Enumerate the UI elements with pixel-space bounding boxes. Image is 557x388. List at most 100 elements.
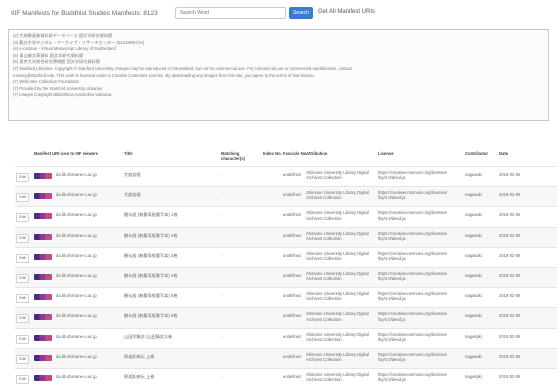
cell-title: 観仏経 (無量寿経重写本) 2巻 xyxy=(124,232,178,238)
cell-attr: Shimane University Library Digital Archi… xyxy=(306,371,369,383)
cell-uri[interactable]: da.lib.shimane-u.ac.jp xyxy=(56,192,97,197)
cell-date: 2018-02-08 xyxy=(499,172,521,177)
cell-match: - xyxy=(221,353,223,359)
iiif-viewer-icon[interactable] xyxy=(34,173,52,179)
cell-date: 2018-02-08 xyxy=(499,333,521,339)
edit-button[interactable]: Edit xyxy=(16,314,29,324)
license-line: (4) e-codices - Virtual Manuscript Libra… xyxy=(13,46,116,52)
edit-button[interactable]: Edit xyxy=(16,374,29,384)
cell-title: 観仏経 (無量寿経重写本) 4巻 xyxy=(124,272,178,278)
iiif-viewer-icon[interactable] xyxy=(34,213,52,220)
cell-uri[interactable]: da.lib.shimane-u.ac.jp xyxy=(56,273,97,278)
cell-title: 観仏経 (無量寿経重写本) 5巻 xyxy=(124,293,178,299)
cell-title: 観仏経 (無量寿経重写本) 1巻 xyxy=(124,212,178,218)
table-row: Edit da.lib.shimane-u.ac.jp 山田別集註 (山田集註)1巻… xyxy=(15,327,557,348)
cell-match: - xyxy=(221,293,223,299)
table-row: Edit da.lib.shimane-u.ac.jp 観仏経 (無量寿経重写本) … xyxy=(15,226,557,247)
cell-date: 2018-02-08 xyxy=(499,313,521,319)
column-header: Manifest URI icon to IIIF viewers xyxy=(34,151,98,156)
cell-license[interactable]: https://creativecommons.org/licenses /by… xyxy=(378,332,460,342)
cell-fascicle: undefined xyxy=(283,272,302,278)
cell-uri[interactable]: da.lib.shimane-u.ac.jp xyxy=(56,253,97,258)
cell-date: 2018-02-08 xyxy=(499,232,521,238)
edit-button[interactable]: Edit xyxy=(16,354,29,364)
cell-license[interactable]: https://creativecommons.org/licenses /by… xyxy=(378,372,460,382)
license-line: (7) Images Copyright Bibliotheca Apostol… xyxy=(13,92,112,98)
cell-attr: Shimane University Library Digital Archi… xyxy=(306,311,369,322)
edit-button[interactable]: Edit xyxy=(16,193,29,203)
iiif-viewer-icon[interactable] xyxy=(34,314,52,321)
cell-uri[interactable]: da.lib.shimane-u.ac.jp xyxy=(56,313,97,318)
iiif-viewer-icon[interactable] xyxy=(34,233,52,240)
edit-button[interactable]: Edit xyxy=(16,233,29,243)
cell-license[interactable]: https://creativecommons.org/licenses /by… xyxy=(378,210,460,220)
edit-button[interactable]: Edit xyxy=(16,294,29,304)
cell-attr: Shimane University Library Digital Archi… xyxy=(306,291,369,302)
cell-license[interactable]: https://creativecommons.org/licenses /by… xyxy=(378,291,460,301)
iiif-viewer-icon[interactable] xyxy=(34,273,52,280)
cell-fascicle: undefined xyxy=(283,313,302,319)
iiif-viewer-icon[interactable] xyxy=(34,253,52,260)
cell-title: 観仏経 (無量寿経重写本) 3巻 xyxy=(124,252,178,258)
license-line: (7) Stanford Libraries. Copyright © Stan… xyxy=(13,65,353,71)
license-line: (3) 龍谷大学デジタル・アーカイブ・リサーチセンター (BULDIRECIA) xyxy=(13,39,145,45)
edit-button[interactable]: Edit xyxy=(16,334,29,344)
cell-contributor: nagasaki xyxy=(465,333,482,339)
cell-uri[interactable]: da.lib.shimane-u.ac.jp xyxy=(56,212,97,217)
cell-license[interactable]: https://creativecommons.org/licenses /by… xyxy=(378,190,460,200)
cell-fascicle: undefined xyxy=(283,293,302,299)
edit-button[interactable]: Edit xyxy=(16,213,29,223)
iiif-viewer-icon[interactable] xyxy=(34,334,52,341)
column-header: Fascicle No. xyxy=(283,151,308,156)
table-row: Edit da.lib.shimane-u.ac.jp 観仏経 (無量寿経重写本) … xyxy=(15,206,557,226)
cell-fascicle: undefined xyxy=(283,333,302,339)
cell-license[interactable]: https://creativecommons.org/licenses /by… xyxy=(378,311,460,321)
cell-contributor: nagasaki xyxy=(465,172,482,177)
cell-license[interactable]: https://creativecommons.org/licenses /by… xyxy=(378,231,460,241)
cell-uri[interactable]: da.lib.shimane-u.ac.jp xyxy=(56,374,97,379)
cell-license[interactable]: https://creativecommons.org/licenses /by… xyxy=(378,251,460,261)
cell-date: 2018-02-08 xyxy=(499,212,521,218)
cell-attr: Shimane University Library Digital Archi… xyxy=(306,331,369,342)
cell-uri[interactable]: da.lib.shimane-u.ac.jp xyxy=(56,334,97,339)
table-row: Edit da.lib.shimane-u.ac.jp 観仏経 (無量寿経重写本) … xyxy=(15,307,557,328)
cell-license[interactable]: https://creativecommons.org/licenses /by… xyxy=(378,170,460,180)
column-header: Date xyxy=(499,151,509,156)
license-line: (5) 東山御文庫資料 国文学研究資料館 xyxy=(13,52,84,58)
table-row: Edit da.lib.shimane-u.ac.jp 観仏経 (無量寿経重写本) … xyxy=(15,246,557,267)
iiif-viewer-icon[interactable] xyxy=(34,294,52,301)
edit-button[interactable]: Edit xyxy=(16,253,29,263)
cell-uri[interactable]: da.lib.shimane-u.ac.jp xyxy=(56,233,97,238)
cell-contributor: nagasaki xyxy=(465,192,482,198)
edit-button[interactable]: Edit xyxy=(16,273,29,283)
cell-uri[interactable]: da.lib.shimane-u.ac.jp xyxy=(56,293,97,298)
column-header: Title xyxy=(124,151,133,156)
table-row: Edit da.lib.shimane-u.ac.jp 観仏経 (無量寿経重写本) … xyxy=(15,287,557,307)
cell-contributor: nagasaki xyxy=(465,252,482,258)
cell-license[interactable]: https://creativecommons.org/licenses /by… xyxy=(378,271,460,281)
search-button[interactable]: Search xyxy=(289,7,313,19)
cell-date: 2018-02-08 xyxy=(499,272,521,278)
cell-license[interactable]: https://creativecommons.org/licenses /by… xyxy=(378,352,460,362)
license-line: (6) 東京大学総合研究博物館 国文学研究資料館 xyxy=(13,59,101,65)
cell-attr: Shimane University Library Digital Archi… xyxy=(306,170,369,181)
cell-date: 2018-02-08 xyxy=(499,373,521,379)
cell-attr: Shimane University Library Digital Archi… xyxy=(306,270,369,282)
license-line: (7) Provided by the Stanford University … xyxy=(13,85,103,91)
cell-contributor: nagasaki xyxy=(465,373,482,379)
cell-uri[interactable]: da.lib.shimane-u.ac.jp xyxy=(56,354,97,359)
iiif-viewer-icon[interactable] xyxy=(34,374,52,381)
cell-fascicle: undefined xyxy=(283,353,302,359)
edit-button[interactable]: Edit xyxy=(16,173,29,182)
cell-match: - xyxy=(221,373,223,379)
iiif-viewer-icon[interactable] xyxy=(34,354,52,361)
iiif-viewer-icon[interactable] xyxy=(34,193,52,200)
cell-title: 山田別集註 (山田集註)1巻 xyxy=(124,333,173,339)
get-all-manifests-link[interactable]: Get All Manifest URIs xyxy=(318,9,375,15)
search-input[interactable] xyxy=(175,7,286,19)
column-header: Index No. xyxy=(263,151,282,156)
top-bar: IIIF Manifests for Buddhist Studies Mani… xyxy=(0,0,557,28)
cell-title: 観仏経 (無量寿経重写本) 6巻 xyxy=(124,313,178,319)
cell-match: - xyxy=(221,333,223,339)
cell-uri[interactable]: da.lib.shimane-u.ac.jp xyxy=(56,172,97,177)
